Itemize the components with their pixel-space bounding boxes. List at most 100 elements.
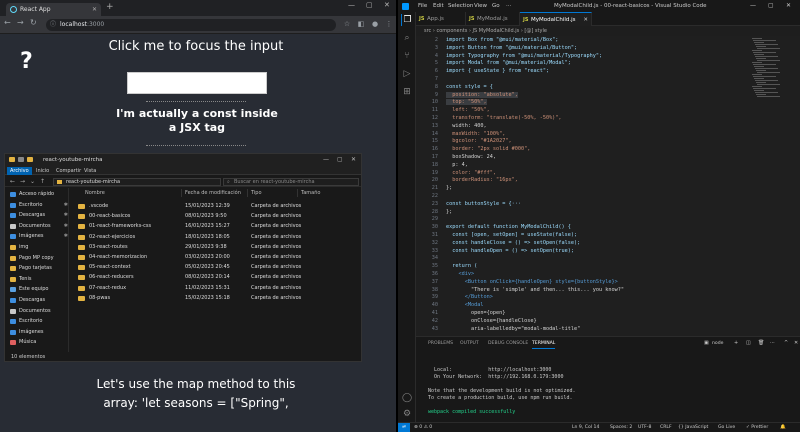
file-row[interactable]: 04-react-memorizacion 03/02/2023 20:00 Car… — [71, 253, 361, 262]
split-terminal-icon[interactable]: ◫ — [746, 340, 751, 346]
nav-item[interactable]: Escritorio ✱ — [9, 201, 69, 210]
file-row[interactable]: 03-react-routes 29/01/2023 9:38 Carpeta de… — [71, 243, 361, 252]
menu-selection[interactable]: Selection — [448, 0, 473, 12]
maximize-panel-icon[interactable]: ^ — [784, 340, 788, 346]
settings-gear-icon[interactable]: ⚙ — [401, 408, 413, 420]
search-icon[interactable]: ⌕ — [401, 32, 413, 44]
bookmark-star-icon[interactable]: ☆ — [342, 19, 352, 29]
back-icon[interactable]: ← — [4, 18, 11, 27]
new-terminal-icon[interactable]: + — [734, 340, 738, 346]
file-row[interactable]: .vscode 15/01/2023 12:39 Carpeta de archiv… — [71, 202, 361, 211]
more-icon[interactable]: ··· — [770, 340, 775, 346]
file-row[interactable]: 02-react-ejercicios 18/01/2023 18:05 Carpe… — [71, 233, 361, 242]
remote-icon[interactable]: ⇌ — [398, 423, 410, 432]
tab-mymodal-js[interactable]: JS MyModal.js — [466, 12, 520, 26]
column-date[interactable]: Fecha de modificación — [185, 190, 241, 196]
back-icon[interactable]: ← — [10, 178, 15, 185]
panel-tab-terminal[interactable]: TERMINAL — [532, 341, 556, 349]
status-eol[interactable]: CRLF — [660, 423, 672, 432]
nav-item[interactable]: Escritorio — [9, 317, 69, 326]
close-icon[interactable]: ✕ — [351, 156, 356, 163]
nav-item[interactable]: img — [9, 243, 69, 252]
panel-tab-output[interactable]: OUTPUT — [460, 341, 479, 346]
nav-item[interactable]: Música — [9, 338, 69, 347]
nav-item[interactable]: Pago MP copy — [9, 254, 69, 263]
forward-icon[interactable]: → — [20, 178, 25, 185]
nav-item[interactable]: Imágenes — [9, 328, 69, 337]
status-encoding[interactable]: UTF-8 — [638, 423, 651, 432]
panel-tab-debug-console[interactable]: DEBUG CONSOLE — [488, 341, 528, 346]
code-editor[interactable]: 2 import Box from "@mui/material/Box"; 3 im… — [416, 36, 800, 336]
status-prettier[interactable]: ✓ Prettier — [746, 423, 768, 432]
nav-item[interactable]: Imágenes ✱ — [9, 232, 69, 241]
nav-item[interactable]: Acceso rápido — [9, 190, 69, 199]
focus-button-text[interactable]: Click me to focus the input — [96, 38, 296, 56]
ribbon-tab-vista[interactable]: Vista — [81, 167, 99, 175]
tab-mymodalchild-js[interactable]: JS MyModalChild.js ✕ — [520, 12, 592, 26]
nav-item[interactable]: Pago tarjetas — [9, 264, 69, 273]
notifications-bell-icon[interactable]: 🔔 — [780, 423, 786, 432]
source-control-icon[interactable]: ⑂ — [401, 50, 413, 62]
ribbon-tab-archivo[interactable]: Archivo — [7, 167, 32, 175]
status-spaces[interactable]: Spaces: 2 — [610, 423, 632, 432]
file-row[interactable]: 05-react-context 05/02/2023 20:45 Carpeta … — [71, 263, 361, 272]
info-icon[interactable]: ⓘ — [50, 19, 56, 31]
column-separator[interactable] — [181, 189, 182, 197]
nav-item[interactable]: Descargas — [9, 296, 69, 305]
forward-icon[interactable]: → — [17, 18, 24, 27]
menu-icon[interactable]: ⋮ — [384, 19, 394, 29]
explorer-files-icon[interactable]: ❐ — [401, 14, 413, 26]
explorer-search[interactable]: ⌕ Buscar en react-youtube-mircha — [223, 178, 359, 186]
recent-dropdown-icon[interactable]: ⌄ — [30, 178, 35, 185]
quick-access-icon[interactable] — [18, 157, 24, 162]
profile-icon[interactable]: ● — [370, 19, 380, 29]
nav-item[interactable]: Este equipo — [9, 285, 69, 294]
up-icon[interactable]: ↑ — [40, 178, 45, 185]
file-row[interactable]: 08-pwas 15/02/2023 15:18 Carpeta de archiv… — [71, 294, 361, 303]
minimize-icon[interactable]: — — [750, 0, 756, 12]
terminal-label[interactable]: node — [712, 341, 723, 346]
trash-icon[interactable]: 🗑 — [758, 340, 764, 346]
file-row[interactable]: 00-react-basicos 08/01/2023 9:50 Carpeta d… — [71, 212, 361, 221]
status-position[interactable]: Ln 9, Col 14 — [572, 423, 599, 432]
menu-more[interactable]: ··· — [506, 0, 511, 12]
close-panel-icon[interactable]: ✕ — [794, 340, 798, 346]
question-mark[interactable]: ? — [20, 49, 33, 74]
close-tab-icon[interactable]: ✕ — [583, 13, 588, 27]
nav-item[interactable]: Documentos ✱ — [9, 222, 69, 231]
menu-view[interactable]: View — [474, 0, 487, 12]
status-language[interactable]: {} JavaScript — [678, 423, 708, 432]
column-name[interactable]: Nombre — [85, 190, 105, 196]
close-tab-icon[interactable]: ✕ — [92, 3, 97, 16]
run-debug-icon[interactable]: ▷ — [401, 68, 413, 80]
nav-item[interactable]: Descargas ✱ — [9, 211, 69, 220]
account-icon[interactable]: ◯ — [401, 392, 413, 404]
ribbon-tab-compartir[interactable]: Compartir — [53, 167, 84, 175]
minimize-icon[interactable]: — — [348, 1, 355, 9]
tab-app-js[interactable]: JS App.js — [416, 12, 466, 26]
file-row[interactable]: 01-react-frameworks-css 16/01/2023 15:27 C… — [71, 222, 361, 231]
minimap[interactable] — [752, 36, 792, 97]
panel-tab-problems[interactable]: PROBLEMS — [428, 341, 453, 346]
minimize-icon[interactable]: — — [323, 156, 329, 163]
explorer-path-bar[interactable]: react-youtube-mircha — [53, 178, 221, 186]
column-separator[interactable] — [247, 189, 248, 197]
nav-item[interactable]: Tenis — [9, 275, 69, 284]
maximize-icon[interactable]: ▢ — [366, 1, 373, 9]
ribbon-tab-inicio[interactable]: Inicio — [33, 167, 52, 175]
maximize-icon[interactable]: ▢ — [768, 0, 774, 12]
browser-tab[interactable]: React App ✕ — [6, 3, 101, 16]
file-row[interactable]: 07-react-redux 11/02/2023 15:31 Carpeta de… — [71, 284, 361, 293]
column-type[interactable]: Tipo — [251, 190, 262, 196]
column-separator[interactable] — [297, 189, 298, 197]
status-golive[interactable]: Go Live — [718, 423, 735, 432]
extensions-icon[interactable]: ◧ — [356, 19, 366, 29]
maximize-icon[interactable]: ▢ — [337, 156, 343, 163]
file-row[interactable]: 06-react-reducers 08/02/2023 20:14 Carpeta… — [71, 273, 361, 282]
close-icon[interactable]: ✕ — [786, 0, 791, 12]
menu-go[interactable]: Go — [492, 0, 500, 12]
extensions-icon[interactable]: ⊞ — [401, 86, 413, 98]
new-folder-icon[interactable] — [27, 157, 33, 162]
focus-input[interactable] — [127, 72, 267, 94]
new-tab-icon[interactable]: + — [106, 2, 114, 12]
